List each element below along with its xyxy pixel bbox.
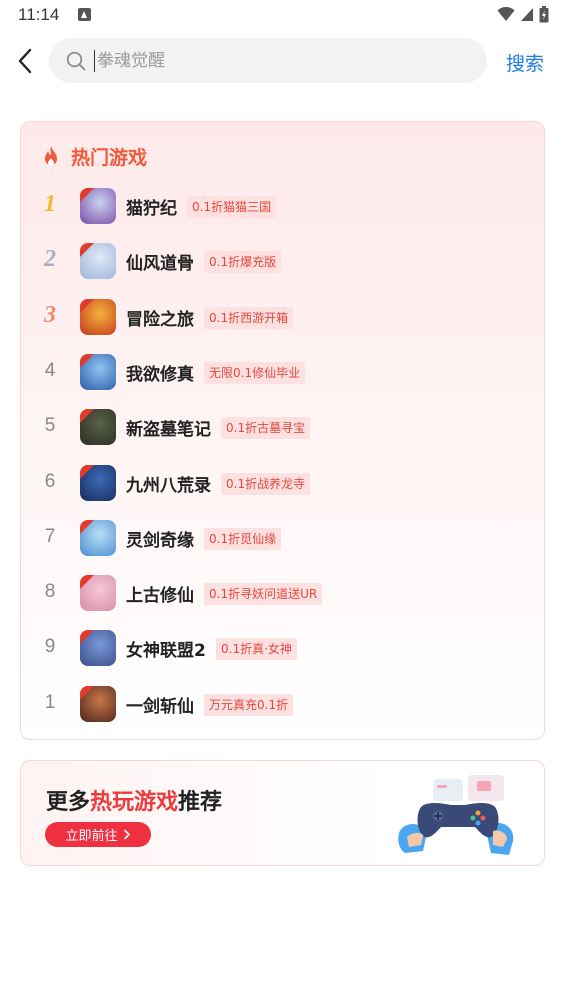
game-row[interactable]: 4 我欲修真 无限0.1修仙毕业 <box>21 352 546 392</box>
discount-badge-icon <box>80 630 94 645</box>
chevron-right-icon <box>123 829 130 840</box>
search-box[interactable] <box>49 38 487 83</box>
game-name: 灵剑奇缘 <box>126 530 194 551</box>
discount-badge-icon <box>80 409 94 424</box>
game-icon <box>80 685 116 722</box>
search-button[interactable]: 搜索 <box>506 49 544 76</box>
status-bar: 11:14 <box>0 0 565 30</box>
game-icon <box>80 243 116 280</box>
game-rank: 3 <box>44 301 56 328</box>
game-row[interactable]: 6 九州八荒录 0.1折战养龙寺 <box>21 463 546 503</box>
game-promo-tag: 0.1折西游开箱 <box>204 306 294 329</box>
discount-badge-icon <box>80 685 94 700</box>
wifi-icon <box>497 7 515 21</box>
status-icons <box>497 6 549 23</box>
game-row[interactable]: 3 冒险之旅 0.1折西游开箱 <box>21 297 546 337</box>
hot-games-header: 热门游戏 <box>41 143 147 170</box>
search-icon <box>66 51 86 71</box>
game-rank: 1 <box>44 191 56 217</box>
fire-icon <box>45 145 57 166</box>
gamepad-illustration <box>398 775 514 855</box>
game-rank: 8 <box>44 581 56 603</box>
game-icon <box>80 353 116 390</box>
hot-games-card: 热门游戏 1 猫狞纪 0.1折猫猫三国 2 仙风道骨 0.1折爆充版 3 冒险之旅 0.1折西游… <box>20 121 545 740</box>
game-row[interactable]: 2 仙风道骨 0.1折爆充版 <box>21 241 546 281</box>
game-promo-tag: 0.1折真·女神 <box>216 638 297 661</box>
promo-title: 更多热玩游戏推荐 <box>46 784 222 816</box>
game-icon <box>80 409 116 446</box>
discount-badge-icon <box>80 353 94 368</box>
game-name: 女神联盟2 <box>126 641 206 662</box>
game-name: 冒险之旅 <box>126 309 194 330</box>
go-now-button[interactable]: 立即前往 <box>45 822 151 847</box>
game-promo-tag: 0.1折爆充版 <box>204 251 282 274</box>
signal-icon <box>521 8 533 21</box>
discount-badge-icon <box>80 575 94 590</box>
status-time: 11:14 <box>18 5 60 24</box>
game-icon <box>80 298 116 335</box>
game-name: 九州八荒录 <box>126 475 211 496</box>
battery-icon <box>539 6 549 23</box>
promo-title-highlight: 热玩游戏 <box>90 790 179 815</box>
game-rank: 1 <box>44 691 56 713</box>
game-promo-tag: 0.1折战养龙寺 <box>221 472 311 495</box>
back-button[interactable] <box>10 44 40 78</box>
game-rank: 2 <box>44 246 56 273</box>
game-icon <box>80 630 116 667</box>
game-row[interactable]: 9 女神联盟2 0.1折真·女神 <box>21 628 546 668</box>
game-promo-tag: 无限0.1修仙毕业 <box>204 361 306 384</box>
discount-badge-icon <box>80 298 94 313</box>
game-icon <box>80 464 116 501</box>
game-rank: 4 <box>44 359 56 381</box>
game-promo-tag: 万元真充0.1折 <box>204 693 294 716</box>
hot-games-title: 热门游戏 <box>71 147 148 169</box>
game-name: 上古修仙 <box>126 586 194 607</box>
game-rank: 9 <box>44 636 56 658</box>
game-name: 我欲修真 <box>126 364 194 385</box>
game-name: 新盗墓笔记 <box>126 420 211 441</box>
discount-badge-icon <box>80 464 94 479</box>
promo-title-suffix: 推荐 <box>178 790 223 815</box>
game-row[interactable]: 1 一剑斩仙 万元真充0.1折 <box>21 684 546 724</box>
game-row[interactable]: 7 灵剑奇缘 0.1折觅仙缘 <box>21 518 546 558</box>
promo-banner[interactable]: 更多热玩游戏推荐 立即前往 <box>20 760 545 866</box>
game-rank: 5 <box>44 415 56 437</box>
discount-badge-icon <box>80 243 94 258</box>
game-name: 仙风道骨 <box>126 254 194 275</box>
game-promo-tag: 0.1折猫猫三国 <box>187 196 277 218</box>
promo-title-prefix: 更多 <box>46 790 91 815</box>
game-icon <box>80 575 116 612</box>
game-icon <box>80 188 116 224</box>
game-promo-tag: 0.1折寻妖问道送UR <box>204 583 323 606</box>
game-icon <box>80 519 116 556</box>
go-now-label: 立即前往 <box>65 829 118 844</box>
game-row[interactable]: 1 猫狞纪 0.1折猫猫三国 <box>21 186 546 226</box>
game-rank: 7 <box>44 525 56 547</box>
discount-badge-icon <box>80 188 94 202</box>
chevron-left-icon <box>18 48 32 74</box>
game-promo-tag: 0.1折觅仙缘 <box>204 527 282 550</box>
game-rank: 6 <box>44 470 56 492</box>
game-promo-tag: 0.1折古墓寻宝 <box>221 417 311 440</box>
game-name: 一剑斩仙 <box>126 696 194 717</box>
game-name: 猫狞纪 <box>126 199 177 219</box>
notification-icon <box>78 8 91 21</box>
game-row[interactable]: 8 上古修仙 0.1折寻妖问道送UR <box>21 573 546 613</box>
search-input[interactable] <box>94 49 454 72</box>
discount-badge-icon <box>80 519 94 534</box>
game-row[interactable]: 5 新盗墓笔记 0.1折古墓寻宝 <box>21 407 546 447</box>
